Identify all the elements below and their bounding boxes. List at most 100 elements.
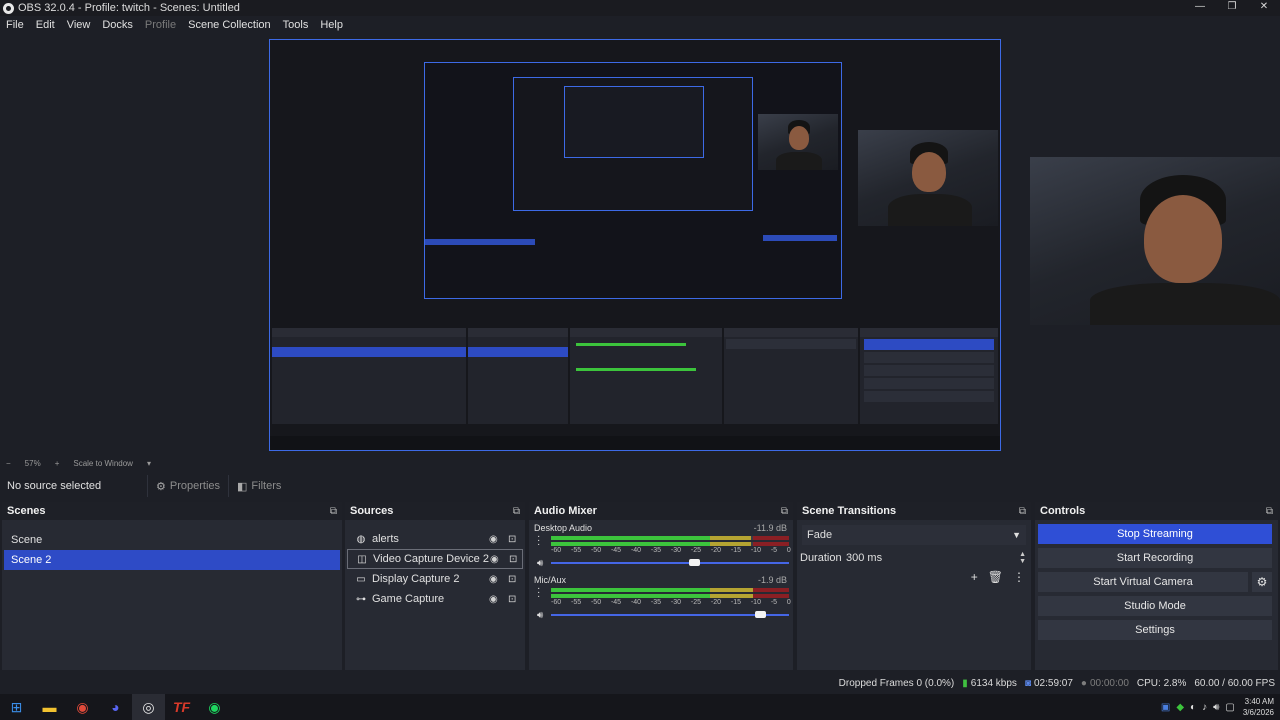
- float-dock-icon[interactable]: ⧉: [330, 506, 337, 517]
- visibility-eye-icon[interactable]: ◉: [489, 534, 498, 545]
- scene-item[interactable]: Scene: [4, 530, 340, 550]
- scene-transitions-title: Scene Transitions: [802, 505, 897, 517]
- minimize-button[interactable]: —: [1184, 0, 1216, 16]
- add-transition-icon[interactable]: +: [971, 570, 978, 584]
- menu-scene-collection[interactable]: Scene Collection: [188, 19, 271, 31]
- meter-tick-label: -45: [610, 547, 622, 554]
- filters-button[interactable]: ◧ Filters: [228, 475, 289, 497]
- chevron-down-icon[interactable]: ▾: [147, 459, 151, 468]
- duration-row: Duration 300 ms ▲ ▼: [800, 549, 1026, 567]
- source-item[interactable]: ▭ Display Capture 2 ◉ ⊡: [347, 569, 523, 589]
- preview-webcam-small: [758, 114, 838, 170]
- system-tray: ▣ ◆ ◐ ♪ 🔊︎ ▢ 3:40 AM 3/6/2026: [1155, 694, 1274, 720]
- volume-slider[interactable]: [551, 611, 789, 618]
- lock-icon[interactable]: ⊡: [508, 594, 516, 605]
- volume-icon[interactable]: 🔊︎: [1213, 702, 1219, 713]
- start-recording-button[interactable]: Start Recording: [1038, 548, 1272, 568]
- clock[interactable]: 3:40 AM 3/6/2026: [1243, 696, 1274, 718]
- meter-tick-label: -55: [570, 599, 582, 606]
- meter-tick-label: -20: [710, 599, 721, 606]
- dropped-frames: Dropped Frames 0 (0.0%): [838, 677, 955, 689]
- kebab-menu-icon[interactable]: · · ·: [537, 584, 540, 602]
- source-item[interactable]: ◍ alerts ◉ ⊡: [347, 529, 523, 549]
- gear-icon[interactable]: ⚙: [1252, 572, 1272, 592]
- file-explorer-icon[interactable]: ▬: [33, 694, 66, 720]
- duration-input[interactable]: 300 ms: [846, 552, 1019, 564]
- start-virtual-camera-button[interactable]: Start Virtual Camera: [1038, 572, 1248, 592]
- zoom-level: 57%: [24, 458, 41, 468]
- visibility-eye-icon[interactable]: ◉: [489, 574, 498, 585]
- menu-docks[interactable]: Docks: [102, 19, 133, 31]
- filter-icon: ◧: [237, 480, 248, 493]
- mixer-channel: Mic/Aux -1.9 dB · · · -60 -55 -50 -45 -40 -35 -3…: [529, 572, 793, 624]
- stop-streaming-button[interactable]: Stop Streaming: [1038, 524, 1272, 544]
- volume-slider[interactable]: [551, 559, 789, 566]
- bitrate: 6134 kbps: [970, 677, 1017, 689]
- audio-mixer-title: Audio Mixer: [534, 505, 597, 517]
- webcam-source[interactable]: [1030, 157, 1280, 325]
- close-button[interactable]: ✕: [1248, 0, 1280, 16]
- zoom-out-button[interactable]: −: [6, 459, 11, 468]
- cpu-usage: CPU: 2.8%: [1136, 677, 1187, 689]
- source-item[interactable]: ◫ Video Capture Device 2 ◉ ⊡: [347, 549, 523, 569]
- menu-view[interactable]: View: [67, 19, 91, 31]
- trash-icon[interactable]: 🗑︎: [988, 570, 1003, 584]
- scale-mode-select[interactable]: Scale to Window: [73, 459, 133, 468]
- scene-item[interactable]: Scene 2: [4, 550, 340, 570]
- steam-icon[interactable]: ◐: [1190, 702, 1196, 713]
- level-meter: [551, 536, 789, 540]
- float-dock-icon[interactable]: ⧉: [1019, 506, 1026, 517]
- meter-tick-label: -15: [730, 599, 741, 606]
- meter-tick-label: -60: [551, 599, 562, 606]
- float-dock-icon[interactable]: ⧉: [513, 506, 520, 517]
- menu-edit[interactable]: Edit: [36, 19, 55, 31]
- kebab-menu-icon[interactable]: · · ·: [537, 532, 540, 550]
- zoom-in-button[interactable]: +: [55, 459, 60, 468]
- meter-ticks: -60 -55 -50 -45 -40 -35 -30 -25 -20 -15 -10 -5 0: [551, 599, 791, 606]
- kebab-menu-icon[interactable]: ⋮: [1013, 570, 1025, 584]
- properties-button[interactable]: ⚙ Properties: [147, 475, 228, 497]
- float-dock-icon[interactable]: ⧉: [1266, 506, 1273, 517]
- settings-button[interactable]: Settings: [1038, 620, 1272, 640]
- title-bar: OBS 32.0.4 - Profile: twitch - Scenes: U…: [0, 0, 1280, 16]
- chrome-icon[interactable]: ◉: [66, 694, 99, 720]
- lock-icon[interactable]: ⊡: [508, 534, 516, 545]
- controls-title: Controls: [1040, 505, 1086, 517]
- spotify-icon[interactable]: ◉: [198, 694, 231, 720]
- menu-file[interactable]: File: [6, 19, 24, 31]
- duration-label: Duration: [800, 552, 842, 564]
- discord-icon[interactable]: ◕: [99, 694, 132, 720]
- menu-profile[interactable]: Profile: [145, 19, 176, 31]
- duration-spinner[interactable]: ▲ ▼: [1019, 551, 1026, 565]
- meter-tick-label: -50: [590, 599, 602, 606]
- obs-icon[interactable]: ◎: [132, 694, 165, 720]
- studio-mode-button[interactable]: Studio Mode: [1038, 596, 1272, 616]
- tf-app-icon[interactable]: TF: [165, 694, 198, 720]
- speaker-icon[interactable]: 🔊︎: [537, 558, 543, 569]
- meter-tick-label: -35: [650, 599, 662, 606]
- menu-help[interactable]: Help: [320, 19, 343, 31]
- clock-time: 3:40 AM: [1244, 697, 1274, 706]
- source-item[interactable]: ⊶ Game Capture ◉ ⊡: [347, 589, 523, 609]
- meter-tick-label: -50: [590, 547, 602, 554]
- transition-select[interactable]: Fade ▼: [802, 525, 1026, 545]
- tray-app-icon[interactable]: ◆: [1176, 702, 1184, 713]
- level-meter: [551, 588, 789, 592]
- tray-app-icon[interactable]: ▣: [1161, 702, 1170, 713]
- windows-start-icon[interactable]: ⊞: [0, 694, 33, 720]
- notification-icon[interactable]: ▢: [1225, 702, 1234, 713]
- meter-tick-label: -30: [670, 599, 682, 606]
- lock-icon[interactable]: ⊡: [508, 574, 516, 585]
- controls-dock: Controls ⧉ Stop Streaming Start Recordin…: [1035, 502, 1278, 670]
- chevron-down-icon: ▼: [1012, 530, 1021, 540]
- speaker-icon[interactable]: 🔊︎: [537, 610, 543, 621]
- scene-transitions-dock: Scene Transitions ⧉ Fade ▼ Duration 300 …: [797, 502, 1031, 670]
- microphone-icon[interactable]: ♪: [1202, 702, 1207, 713]
- lock-icon[interactable]: ⊡: [509, 554, 517, 565]
- menu-tools[interactable]: Tools: [283, 19, 309, 31]
- float-dock-icon[interactable]: ⧉: [781, 506, 788, 517]
- maximize-button[interactable]: ❐: [1216, 0, 1248, 16]
- visibility-eye-icon[interactable]: ◉: [490, 554, 499, 565]
- meter-tick-label: -5: [770, 599, 778, 606]
- visibility-eye-icon[interactable]: ◉: [489, 594, 498, 605]
